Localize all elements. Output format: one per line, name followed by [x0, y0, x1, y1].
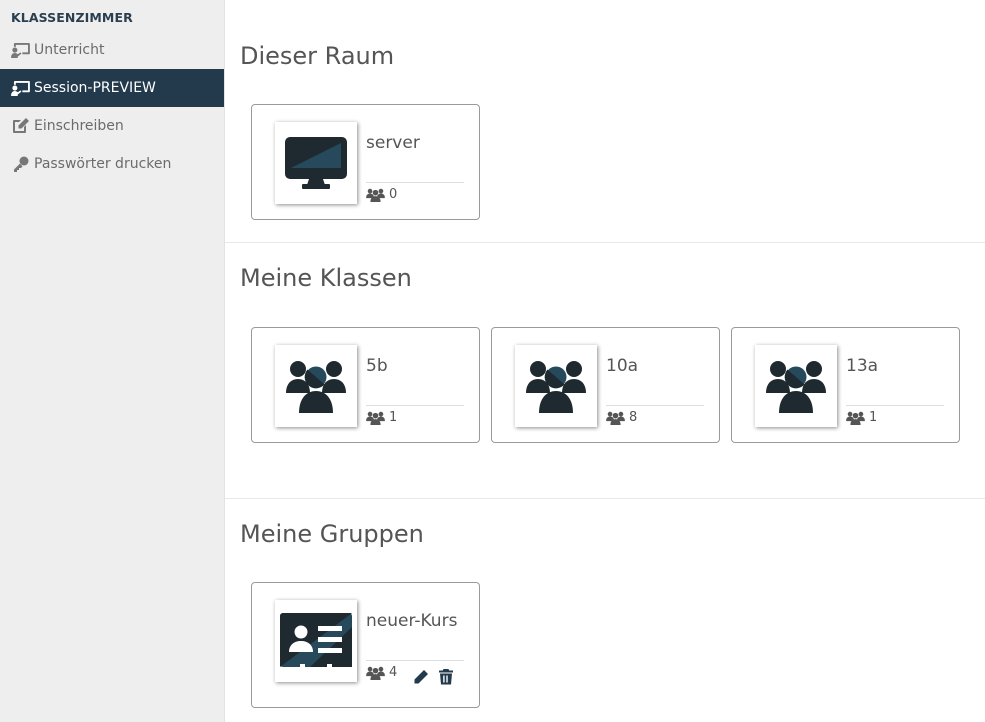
card-divider	[366, 660, 464, 661]
member-count: 8	[606, 410, 637, 425]
users-icon	[846, 411, 865, 425]
card-divider	[366, 182, 464, 183]
users-icon	[366, 188, 385, 202]
card-divider	[606, 405, 704, 406]
class-card-5b[interactable]: 5b 1	[251, 327, 480, 443]
member-count-value: 8	[629, 410, 638, 425]
section-title-classes: Meine Klassen	[240, 264, 412, 292]
class-card-13a[interactable]: 13a 1	[731, 327, 960, 443]
main-content: Dieser Raum server 0 Meine Klassen 5b 1 …	[225, 0, 985, 722]
member-count-value: 4	[389, 665, 398, 680]
sidebar: KLASSENZIMMER Unterricht Session-PREVIEW…	[0, 0, 225, 722]
member-count-value: 0	[389, 187, 398, 202]
section-title-room: Dieser Raum	[240, 42, 395, 70]
trash-icon	[439, 669, 453, 685]
chalkboard-teacher-icon	[11, 80, 30, 96]
card-name: 13a	[846, 356, 879, 376]
class-thumbnail	[755, 345, 837, 427]
sidebar-item-label: Unterricht	[34, 42, 105, 58]
sidebar-item-label: Einschreiben	[34, 118, 124, 134]
users-icon	[606, 411, 625, 425]
class-thumbnail	[275, 345, 357, 427]
group-card-neuer-kurs[interactable]: neuer-Kurs 4	[251, 582, 480, 708]
sidebar-item-label: Passwörter drucken	[34, 156, 172, 172]
edit-group-button[interactable]	[413, 669, 429, 685]
users-icon	[366, 666, 385, 680]
sidebar-item-session-preview[interactable]: Session-PREVIEW	[0, 69, 224, 107]
card-name: 10a	[606, 356, 639, 376]
sidebar-item-label: Session-PREVIEW	[34, 80, 156, 96]
room-card-server[interactable]: server 0	[251, 104, 480, 220]
id-card-icon	[280, 613, 352, 669]
class-thumbnail	[515, 345, 597, 427]
member-count: 4	[366, 665, 397, 680]
section-divider	[225, 498, 985, 499]
member-count: 1	[846, 410, 877, 425]
section-title-groups: Meine Gruppen	[240, 520, 424, 548]
sidebar-item-einschreiben[interactable]: Einschreiben	[0, 107, 224, 145]
users-icon	[366, 411, 385, 425]
key-icon	[11, 156, 30, 172]
sidebar-heading: KLASSENZIMMER	[11, 10, 133, 25]
group-icon	[766, 359, 826, 413]
member-count: 1	[366, 410, 397, 425]
sidebar-item-passwoerter-drucken[interactable]: Passwörter drucken	[0, 145, 224, 183]
section-divider	[225, 242, 985, 243]
edit-icon	[11, 118, 30, 134]
monitor-icon	[285, 137, 347, 189]
card-divider	[366, 405, 464, 406]
card-name: neuer-Kurs	[366, 611, 458, 631]
group-thumbnail	[275, 600, 357, 682]
member-count-value: 1	[869, 410, 878, 425]
class-card-10a[interactable]: 10a 8	[491, 327, 720, 443]
sidebar-item-unterricht[interactable]: Unterricht	[0, 31, 224, 69]
group-icon	[286, 359, 346, 413]
card-actions	[413, 669, 453, 685]
card-name: server	[366, 133, 420, 153]
group-icon	[526, 359, 586, 413]
room-thumbnail	[275, 122, 357, 204]
card-name: 5b	[366, 356, 388, 376]
pencil-icon	[413, 669, 429, 685]
member-count-value: 1	[389, 410, 398, 425]
card-divider	[846, 405, 944, 406]
member-count: 0	[366, 187, 397, 202]
delete-group-button[interactable]	[439, 669, 453, 685]
chalkboard-teacher-icon	[11, 42, 30, 58]
